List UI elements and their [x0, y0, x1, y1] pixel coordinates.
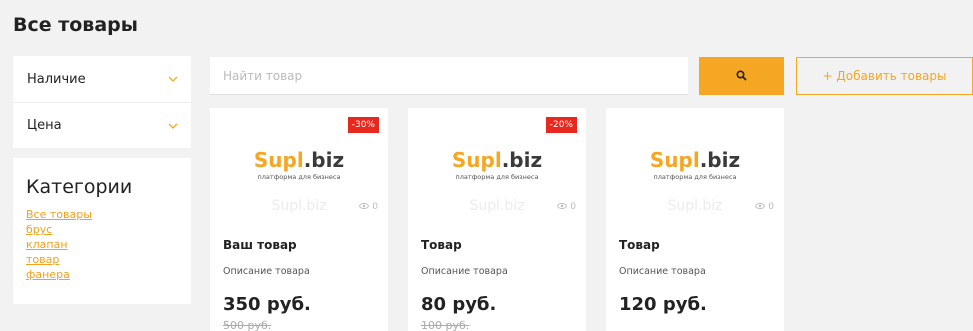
views-value: 0	[570, 202, 576, 212]
product-card[interactable]: Supl.biz платформа для бизнеса Supl.biz …	[606, 108, 784, 331]
product-name[interactable]: Товар	[421, 238, 462, 252]
chevron-down-icon	[167, 73, 179, 85]
category-link-klapan[interactable]: клапан	[26, 237, 178, 252]
logo-tagline: платформа для бизнеса	[653, 173, 737, 181]
search-input[interactable]	[210, 57, 688, 95]
logo-part: Supl	[451, 148, 502, 172]
categories-panel: Категории Все товары брус клапан товар ф…	[13, 158, 191, 304]
product-description: Описание товара	[223, 266, 310, 277]
logo-tagline: платформа для бизнеса	[455, 173, 539, 181]
views-value: 0	[768, 202, 774, 212]
product-card[interactable]: -20% Supl.biz платформа для бизнеса Supl…	[408, 108, 586, 331]
product-price: 120 руб.	[619, 294, 707, 315]
discount-badge: -30%	[347, 117, 379, 133]
add-products-button[interactable]: + Добавить товары	[796, 57, 973, 95]
page-title: Все товары	[13, 14, 138, 36]
product-name[interactable]: Товар	[619, 238, 660, 252]
logo-part: .biz	[501, 148, 543, 172]
chevron-down-icon	[167, 120, 179, 132]
views-count: 0	[755, 202, 774, 212]
views-count: 0	[359, 202, 378, 212]
product-old-price: 100 руб.	[421, 319, 470, 331]
product-image: Supl.biz платформа для бизнеса	[606, 148, 784, 181]
filter-price[interactable]: Цена	[13, 102, 191, 148]
eye-icon	[359, 202, 370, 212]
category-link-fanera[interactable]: фанера	[26, 267, 178, 282]
filters-panel: Наличие Цена	[13, 56, 191, 148]
category-link-tovar[interactable]: товар	[26, 252, 178, 267]
product-description: Описание товара	[619, 266, 706, 277]
logo-part: Supl	[649, 148, 700, 172]
eye-icon	[557, 202, 568, 212]
product-card[interactable]: -30% Supl.biz платформа для бизнеса Supl…	[210, 108, 388, 331]
category-link-brus[interactable]: брус	[26, 222, 178, 237]
product-old-price: 500 руб.	[223, 319, 272, 331]
logo-part: .biz	[699, 148, 741, 172]
category-link-all[interactable]: Все товары	[26, 207, 178, 222]
logo-part: Supl	[253, 148, 304, 172]
logo-tagline: платформа для бизнеса	[257, 173, 341, 181]
filter-availability[interactable]: Наличие	[13, 56, 191, 102]
logo-part: .biz	[303, 148, 345, 172]
discount-badge: -20%	[545, 117, 577, 133]
categories-title: Категории	[26, 176, 133, 198]
views-count: 0	[557, 202, 576, 212]
search-icon	[736, 69, 747, 84]
eye-icon	[755, 202, 766, 212]
filter-label: Наличие	[27, 71, 86, 87]
product-image: Supl.biz платформа для бизнеса	[408, 148, 586, 181]
product-description: Описание товара	[421, 266, 508, 277]
filter-label: Цена	[27, 118, 62, 133]
product-name[interactable]: Ваш товар	[223, 238, 297, 252]
product-image: Supl.biz платформа для бизнеса	[210, 148, 388, 181]
product-price: 80 руб.	[421, 294, 497, 315]
views-value: 0	[372, 202, 378, 212]
search-button[interactable]	[699, 57, 784, 95]
product-price: 350 руб.	[223, 294, 311, 315]
